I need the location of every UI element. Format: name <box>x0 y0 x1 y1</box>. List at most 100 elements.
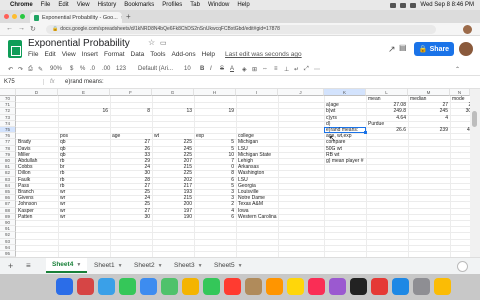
scrollbar-thumb[interactable] <box>472 111 477 127</box>
fill-color-icon[interactable]: ◈ <box>242 66 247 73</box>
launchpad-dock-icon[interactable] <box>77 278 94 295</box>
back-arrow-icon[interactable]: ← <box>6 25 13 32</box>
column-header[interactable]: L <box>366 89 408 96</box>
column-header[interactable]: N <box>450 89 470 96</box>
menu-help[interactable]: Help <box>237 2 249 8</box>
cell-value[interactable]: 13 <box>152 108 194 114</box>
menu-chrome[interactable]: Chrome <box>10 2 33 8</box>
column-header[interactable]: D <box>16 89 58 96</box>
wifi-icon[interactable] <box>400 2 407 8</box>
valign-icon[interactable]: ⊥ <box>284 66 289 73</box>
bold-button[interactable]: B <box>200 66 204 72</box>
minimize-window-button[interactable] <box>12 14 17 19</box>
undo-icon[interactable]: ↶ <box>8 66 13 73</box>
sheets-menu-help[interactable]: Help <box>202 51 215 58</box>
age-cell[interactable]: 30 <box>110 214 152 220</box>
college-cell[interactable]: Western Carolina <box>236 214 316 220</box>
merge-cells-icon[interactable]: ⇔ <box>262 66 268 72</box>
sheet-tab-sheet3[interactable]: Sheet3 ▼ <box>168 258 209 273</box>
browser-profile-icon[interactable] <box>463 25 472 34</box>
name-box[interactable]: K75 <box>4 79 44 85</box>
caret-down-icon[interactable]: ▼ <box>198 263 203 269</box>
folder-icon[interactable]: ▭ <box>160 39 167 47</box>
strikethrough-button[interactable]: S <box>220 66 224 72</box>
text-color-button[interactable]: A <box>230 66 234 72</box>
weight-cell[interactable]: 190 <box>152 214 194 220</box>
caret-down-icon[interactable]: ▼ <box>158 263 163 269</box>
sheet-tab-sheet5[interactable]: Sheet5 ▼ <box>208 258 249 273</box>
formula-input[interactable]: e)rand means: <box>65 79 104 85</box>
menu-profiles[interactable]: Profiles <box>162 2 182 8</box>
column-header[interactable]: H <box>194 89 236 96</box>
control-center-icon[interactable] <box>410 2 417 8</box>
menu-bookmarks[interactable]: Bookmarks <box>124 2 154 8</box>
spreadsheet-grid[interactable]: D E F G H I J K L M N 70 71 72 73 74 75 76 77 78 79 80 81 82 83 8… <box>0 89 470 257</box>
caret-down-icon[interactable]: ▼ <box>238 263 243 269</box>
italic-button[interactable]: I <box>210 66 212 72</box>
facetime-dock-icon[interactable] <box>203 278 220 295</box>
reload-icon[interactable]: ↻ <box>30 25 36 33</box>
column-header[interactable]: I <box>236 89 278 96</box>
forward-arrow-icon[interactable]: → <box>18 25 25 32</box>
column-header[interactable]: F <box>110 89 152 96</box>
caret-down-icon[interactable]: ▼ <box>76 262 81 268</box>
print-icon[interactable]: ⎙ <box>28 66 33 73</box>
cell-value[interactable]: 8 <box>110 108 152 114</box>
sheets-logo-icon[interactable] <box>8 40 22 58</box>
comments-icon[interactable]: ▤ <box>399 43 407 52</box>
sheets-menu-format[interactable]: Format <box>104 51 125 58</box>
paint-format-icon[interactable]: ✎ <box>38 66 43 73</box>
menu-tab[interactable]: Tab <box>190 2 200 8</box>
notes-cell[interactable]: g) mean player # <box>324 158 384 164</box>
select-all-corner[interactable] <box>0 89 16 96</box>
battery-icon[interactable] <box>390 2 397 8</box>
column-header[interactable]: K <box>324 89 366 96</box>
player-name-cell[interactable]: Patten <box>16 214 58 220</box>
menu-edit[interactable]: Edit <box>58 2 68 8</box>
clock[interactable]: Wed Sep 8 8:46 PM <box>420 2 474 8</box>
column-header[interactable]: E <box>58 89 110 96</box>
sheets-menu-view[interactable]: View <box>62 51 76 58</box>
menu-window[interactable]: Window <box>208 2 229 8</box>
reminders-dock-icon[interactable] <box>266 278 283 295</box>
music-dock-icon[interactable] <box>308 278 325 295</box>
sheets-menu-data[interactable]: Data <box>131 51 145 58</box>
sheet-tab-sheet4[interactable]: Sheet4 ▼ <box>46 258 88 273</box>
menu-file[interactable]: File <box>41 2 51 8</box>
percent-button[interactable]: % <box>80 66 85 72</box>
sheets-menu-insert[interactable]: Insert <box>82 51 98 58</box>
rotate-icon[interactable]: ⤢ <box>304 66 309 73</box>
font-select[interactable]: Default (Ari... <box>138 66 173 72</box>
menu-history[interactable]: History <box>98 2 117 8</box>
borders-icon[interactable]: ⊞ <box>252 66 257 73</box>
sheet-tab-sheet2[interactable]: Sheet2 ▼ <box>128 258 169 273</box>
redo-icon[interactable]: ↷ <box>18 66 23 73</box>
close-window-button[interactable] <box>4 14 9 19</box>
more-formats-select[interactable]: 123 <box>116 66 126 72</box>
star-icon[interactable]: ☆ <box>148 38 155 47</box>
mail-dock-icon[interactable] <box>140 278 157 295</box>
stats-value-cell[interactable]: 4 <box>408 115 450 121</box>
decrease-decimals-button[interactable]: .0 <box>90 66 95 72</box>
notes-dock-icon[interactable] <box>287 278 304 295</box>
sheets-menu-tools[interactable]: Tools <box>150 51 165 58</box>
app-store-dock-icon[interactable] <box>392 278 409 295</box>
collapse-toolbar-icon[interactable]: ⌃ <box>455 66 460 73</box>
url-bar[interactable]: 🔒 docs.google.com/spreadsheets/d/1kNRD8N4… <box>46 25 436 34</box>
activity-trend-icon[interactable]: ↗ <box>388 44 396 55</box>
position-cell[interactable]: wr <box>58 214 110 220</box>
podcasts-dock-icon[interactable] <box>329 278 346 295</box>
maximize-window-button[interactable] <box>20 14 25 19</box>
photos-dock-icon[interactable] <box>182 278 199 295</box>
document-title[interactable]: Exponential Probability <box>28 38 130 49</box>
stats-value-cell[interactable]: 4.2 <box>450 127 470 133</box>
cell-value[interactable]: 19 <box>194 108 236 114</box>
last-edit-link[interactable]: Last edit was seconds ago <box>225 51 302 58</box>
all-sheets-button[interactable]: ≡ <box>26 261 31 270</box>
sheets-menu-file[interactable]: File <box>28 51 38 58</box>
currency-button[interactable]: $ <box>70 66 73 72</box>
experience-cell[interactable]: 6 <box>194 214 236 220</box>
stats-value-cell[interactable]: 3 <box>450 115 470 121</box>
calendar-dock-icon[interactable] <box>224 278 241 295</box>
messages-dock-icon[interactable] <box>119 278 136 295</box>
